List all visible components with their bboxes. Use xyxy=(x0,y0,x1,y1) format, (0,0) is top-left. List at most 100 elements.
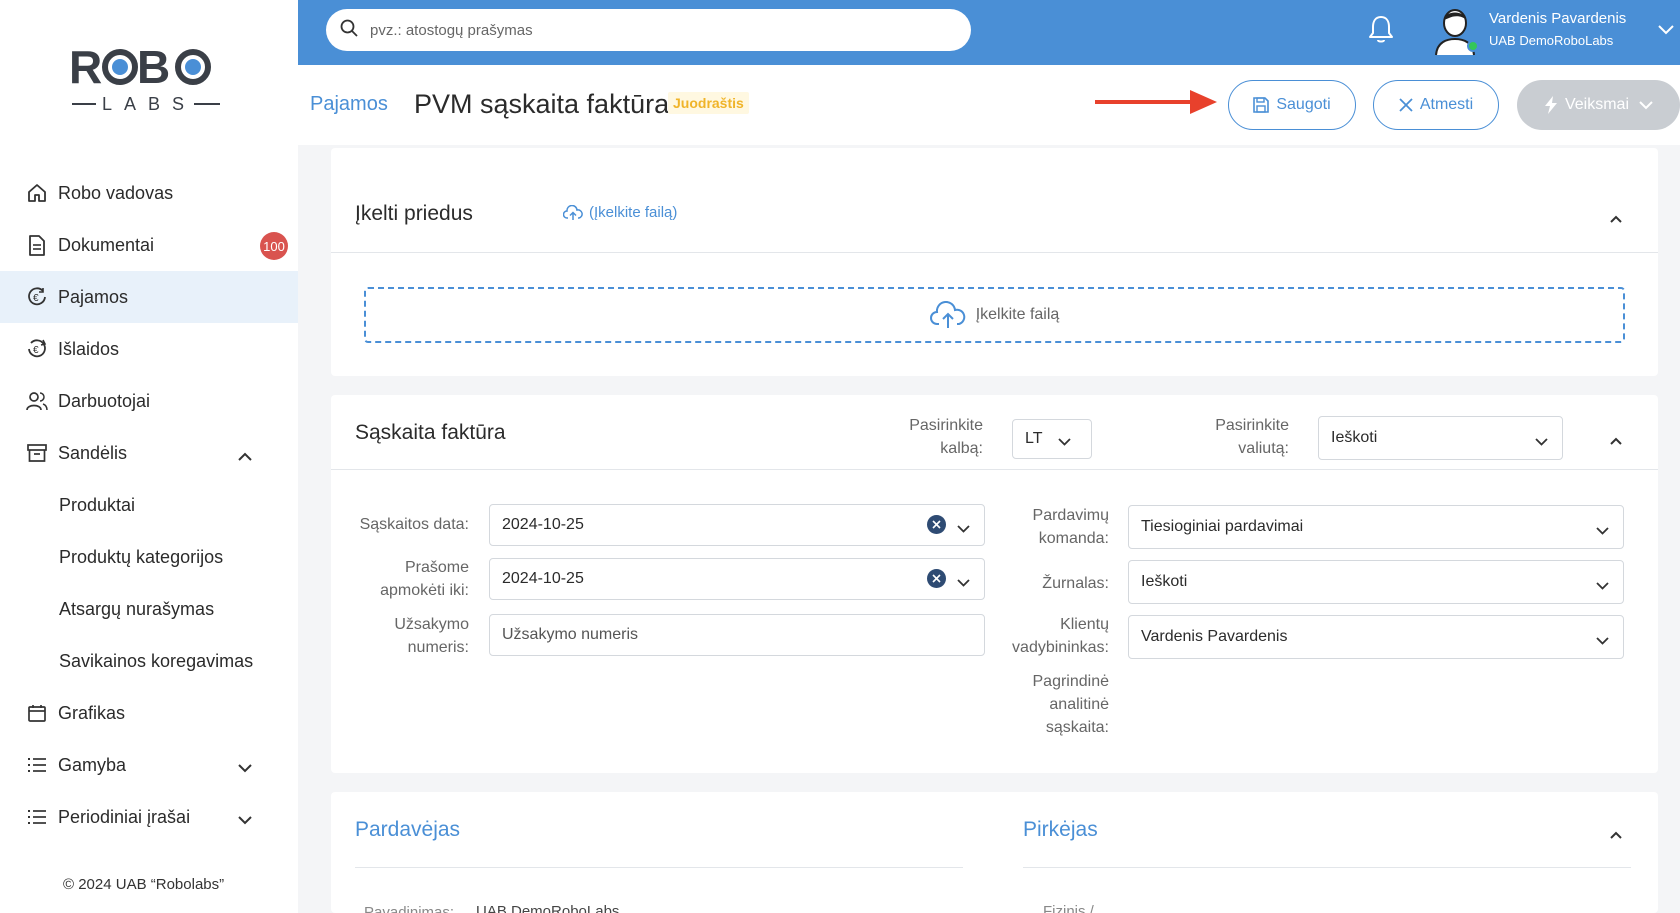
due-date-field[interactable]: 2024-10-25 xyxy=(489,558,985,600)
client-manager-select[interactable]: Vardenis Pavardenis xyxy=(1128,615,1624,659)
chevron-up-icon[interactable] xyxy=(1610,210,1622,228)
sidebar-item-label: Robo vadovas xyxy=(58,182,174,203)
buyer-type-label: Fizinis / xyxy=(1043,903,1094,913)
search-bar[interactable] xyxy=(326,9,971,51)
seller-name-label: Pavadinimas: xyxy=(364,904,455,913)
upload-file-link[interactable]: (Įkelkite failą) xyxy=(563,204,677,221)
language-value: LT xyxy=(1025,430,1043,447)
sidebar-item-produktai[interactable]: Produktai xyxy=(0,479,298,531)
chevron-up-icon[interactable] xyxy=(238,445,252,466)
lightning-icon xyxy=(1544,96,1557,114)
seller-name-value: UAB DemoRoboLabs xyxy=(476,903,620,913)
discard-button-label: Atmesti xyxy=(1419,96,1474,113)
sidebar-item-label: Darbuotojai xyxy=(58,390,151,411)
search-input[interactable] xyxy=(370,21,930,39)
sidebar-item-sandelis[interactable]: Sandėlis xyxy=(0,427,298,479)
sidebar-item-label: Produktų kategorijos xyxy=(59,546,224,567)
discard-button[interactable]: Atmesti xyxy=(1373,80,1499,130)
save-button-label: Saugoti xyxy=(1276,96,1331,113)
sidebar-item-dokumentai[interactable]: Dokumentai 100 xyxy=(0,219,298,271)
order-number-label-line2: numeris: xyxy=(407,639,469,656)
chevron-down-icon[interactable] xyxy=(238,757,252,778)
actions-button[interactable]: Veiksmai xyxy=(1517,80,1680,130)
sidebar-item-label: Grafikas xyxy=(58,702,126,723)
language-label-line1: Pasirinkite xyxy=(909,417,983,434)
svg-text:€: € xyxy=(33,345,39,356)
home-icon xyxy=(26,182,48,204)
currency-label-line1: Pasirinkite xyxy=(1215,417,1289,434)
invoice-title: Sąskaita faktūra xyxy=(355,421,506,444)
analytic-account-label-line3: sąskaita: xyxy=(1045,719,1109,736)
sidebar-item-label: Išlaidos xyxy=(58,338,120,359)
journal-value: Ieškoti xyxy=(1141,573,1188,590)
breadcrumb[interactable]: Pajamos xyxy=(310,93,388,116)
seller-title[interactable]: Pardavėjas xyxy=(355,818,460,842)
currency-value: Ieškoti xyxy=(1331,429,1378,446)
due-date-label-line2: apmokėti iki: xyxy=(380,582,469,599)
invoice-date-label: Sąskaitos data: xyxy=(359,516,469,533)
sidebar-item-label: Pajamos xyxy=(58,286,129,307)
sidebar-item-atsargu-nurasymas[interactable]: Atsargų nurašymas xyxy=(0,583,298,635)
svg-text:€: € xyxy=(33,293,39,304)
clear-icon[interactable] xyxy=(927,515,946,534)
sidebar-item-pajamos[interactable]: € Pajamos xyxy=(0,271,298,323)
sidebar-item-islaidos[interactable]: € Išlaidos xyxy=(0,323,298,375)
journal-label: Žurnalas: xyxy=(1042,575,1109,592)
chevron-down-icon xyxy=(957,574,970,592)
sidebar-item-periodiniai-irasai[interactable]: Periodiniai įrašai xyxy=(0,791,298,843)
order-number-label: Užsakymo numeris: xyxy=(331,613,469,659)
invoice-date-field[interactable]: 2024-10-25 xyxy=(489,504,985,546)
file-dropzone[interactable]: Įkelkite failą xyxy=(364,287,1625,343)
chevron-down-icon[interactable] xyxy=(238,809,252,830)
sidebar-item-produktu-kategorijos[interactable]: Produktų kategorijos xyxy=(0,531,298,583)
language-label-line2: kalbą: xyxy=(940,440,983,457)
divider xyxy=(331,469,1658,470)
due-date-label-line1: Prašome xyxy=(404,559,469,576)
bell-icon[interactable] xyxy=(1368,14,1394,49)
journal-select[interactable]: Ieškoti xyxy=(1128,560,1624,604)
cloud-upload-icon xyxy=(563,204,583,220)
currency-select[interactable]: Ieškoti xyxy=(1318,416,1563,460)
sidebar-item-savikainos-koregavimas[interactable]: Savikainos koregavimas xyxy=(0,635,298,687)
svg-text:R: R xyxy=(69,41,102,93)
sales-team-select[interactable]: Tiesioginiai pardavimai xyxy=(1128,505,1624,549)
sidebar-item-grafikas[interactable]: Grafikas xyxy=(0,687,298,739)
chevron-up-icon[interactable] xyxy=(1610,432,1622,450)
euro-out-icon: € xyxy=(26,338,48,360)
clear-icon[interactable] xyxy=(927,569,946,588)
sidebar-item-gamyba[interactable]: Gamyba xyxy=(0,739,298,791)
order-number-input[interactable]: Užsakymo numeris xyxy=(489,614,985,656)
sidebar-item-label: Dokumentai xyxy=(58,234,155,255)
attachments-card: Įkelti priedus (Įkelkite failą) Įkelkite… xyxy=(331,148,1658,376)
chevron-down-icon xyxy=(957,520,970,538)
due-date-value: 2024-10-25 xyxy=(502,570,584,587)
save-button[interactable]: Saugoti xyxy=(1228,80,1356,130)
buyer-title[interactable]: Pirkėjas xyxy=(1023,818,1098,842)
user-name[interactable]: Vardenis Pavardenis xyxy=(1489,10,1626,27)
client-manager-value: Vardenis Pavardenis xyxy=(1141,628,1288,645)
client-manager-label-line1: Klientų xyxy=(1060,616,1109,633)
document-icon xyxy=(26,234,48,256)
client-manager-label: Klientų vadybininkas: xyxy=(971,613,1109,659)
avatar[interactable] xyxy=(1433,6,1479,56)
sidebar-item-darbuotojai[interactable]: Darbuotojai xyxy=(0,375,298,427)
robolabs-logo[interactable]: R B LABS xyxy=(60,38,230,128)
chevron-down-icon[interactable] xyxy=(1658,22,1674,40)
sales-team-label: Pardavimų komanda: xyxy=(971,504,1109,550)
chevron-up-icon[interactable] xyxy=(1610,826,1622,844)
svg-text:B: B xyxy=(137,41,170,93)
analytic-account-label-line1: Pagrindinė xyxy=(1032,673,1110,690)
analytic-account-label-line2: analitinė xyxy=(1049,696,1109,713)
analytic-account-label: Pagrindinė analitinė sąskaita: xyxy=(971,670,1110,739)
archive-icon xyxy=(26,442,48,464)
dropzone-label: Įkelkite failą xyxy=(975,306,1060,323)
sidebar-item-label: Periodiniai įrašai xyxy=(58,806,191,827)
list-icon xyxy=(26,754,48,776)
divider xyxy=(331,252,1658,253)
invoice-card: Sąskaita faktūra Pasirinkite kalbą: LT P… xyxy=(331,395,1658,773)
language-select[interactable]: LT xyxy=(1012,419,1092,459)
currency-label: Pasirinkite valiutą: xyxy=(1169,414,1289,460)
sales-team-label-line1: Pardavimų xyxy=(1032,507,1109,524)
close-icon xyxy=(1399,98,1413,112)
sidebar-item-robo-vadovas[interactable]: Robo vadovas xyxy=(0,167,298,219)
